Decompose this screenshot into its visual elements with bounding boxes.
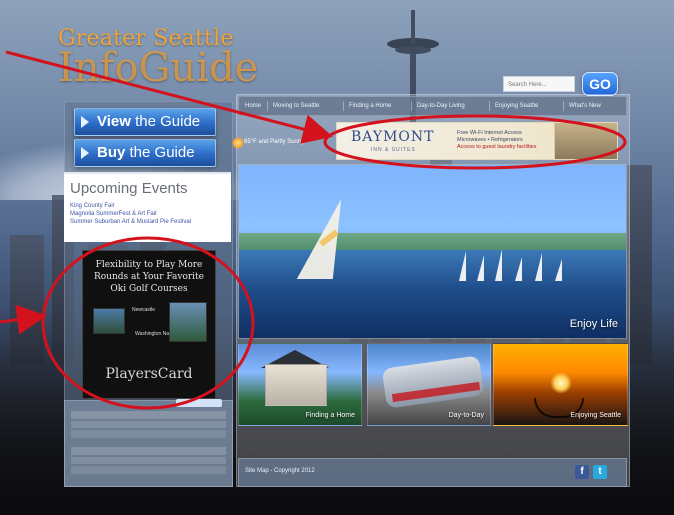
event-link[interactable]: Magnolia SummerFest & Art Fair [70,210,191,218]
facebook-icon[interactable]: f [575,465,589,479]
baymont-copy-line-1: Free Wi-Fi Internet Access [457,130,522,136]
upcoming-events-list: King County Fair Magnolia SummerFest & A… [70,202,191,226]
view-guide-button[interactable]: View the Guide [74,108,216,136]
thumb-enjoying-seattle[interactable]: Enjoying Seattle [493,343,628,426]
play-caret-icon [81,147,89,159]
house [265,364,327,406]
golf-course-photo-1 [93,308,125,334]
thumb-caption: Day-to-Day [448,412,484,419]
nav-separator [267,101,268,111]
info-chip [176,399,222,407]
golf-course-photo-2 [169,302,207,342]
weather-text: 65°F and Partly Sunny [244,139,305,145]
view-guide-rest: the Guide [130,113,201,130]
nav-item-moving[interactable]: Moving to Seattle [273,97,319,115]
twitter-icon[interactable]: t [593,465,607,479]
nav-item-day-to-day[interactable]: Day-to-Day Living [417,97,465,115]
buy-guide-rest: the Guide [125,144,195,161]
nav-item-enjoying[interactable]: Enjoying Seattle [495,97,538,115]
buy-guide-label: Buy the Guide [97,140,211,166]
site-logo[interactable]: Greater Seattle InfoGuide [58,26,258,91]
nav-separator [563,101,564,111]
buy-guide-bold: Buy [97,144,126,161]
event-link[interactable]: King County Fair [70,202,191,210]
info-paragraph-1 [71,411,226,440]
play-caret-icon [81,116,89,128]
baymont-room-photo [554,123,617,159]
search-input[interactable]: Search Here... [503,76,575,92]
thumb-caption: Enjoying Seattle [570,412,621,419]
thumb-caption: Finding a Home [305,412,355,419]
top-banner-ad[interactable]: BAYMONT INN & SUITES Free Wi-Fi Internet… [336,122,618,160]
thumb-finding-home[interactable]: Finding a Home [238,343,362,426]
nav-separator [489,101,490,111]
footer-text: Site Map - Copyright 2012 [245,468,315,474]
nav-item-home[interactable]: Home [245,97,261,115]
weather-sun-icon [232,137,244,149]
left-info-box [64,399,233,487]
hero-image[interactable]: Enjoy Life [238,164,627,339]
baymont-logo: BAYMONT [351,129,435,145]
footer-bar: Site Map - Copyright 2012 f t [238,458,627,487]
logo-line-2: InfoGuide [58,45,259,91]
top-navigation: Home Moving to Seattle Finding a Home Da… [238,96,627,116]
event-link[interactable]: Summer Suburban Art & Mustard Pie Festiv… [70,218,191,226]
thumb-day-to-day[interactable]: Day-to-Day [367,343,491,426]
upcoming-events-box: Upcoming Events King County Fair Magnoli… [64,172,231,242]
baymont-copy-line-3: Access to guest laundry facilities [457,144,537,150]
buy-guide-button[interactable]: Buy the Guide [74,139,216,167]
view-guide-bold: View [97,113,131,130]
view-guide-label: View the Guide [97,109,211,135]
nav-separator [411,101,412,111]
golf-ad-small-1: Newcastle [132,307,156,313]
baymont-tagline: INN & SUITES [371,147,416,153]
hero-caption: Enjoy Life [569,318,618,330]
golf-ad-headline: Flexibility to Play More Rounds at Your … [93,260,205,294]
baymont-copy-line-2: Microwaves • Refrigerators [457,137,523,143]
baymont-copy: Free Wi-Fi Internet Access Microwaves • … [457,130,536,151]
sunset-sun [550,372,572,394]
left-golf-ad[interactable]: Flexibility to Play More Rounds at Your … [82,250,216,399]
info-paragraph-2 [71,447,226,476]
nav-item-whats-new[interactable]: What's New [569,97,601,115]
search-go-button[interactable]: GO [582,72,618,96]
upcoming-events-title: Upcoming Events [70,180,188,197]
nav-item-finding-home[interactable]: Finding a Home [349,97,391,115]
players-card-logo: PlayersCard [105,366,193,382]
distant-sailboats [459,241,609,281]
nav-separator [343,101,344,111]
